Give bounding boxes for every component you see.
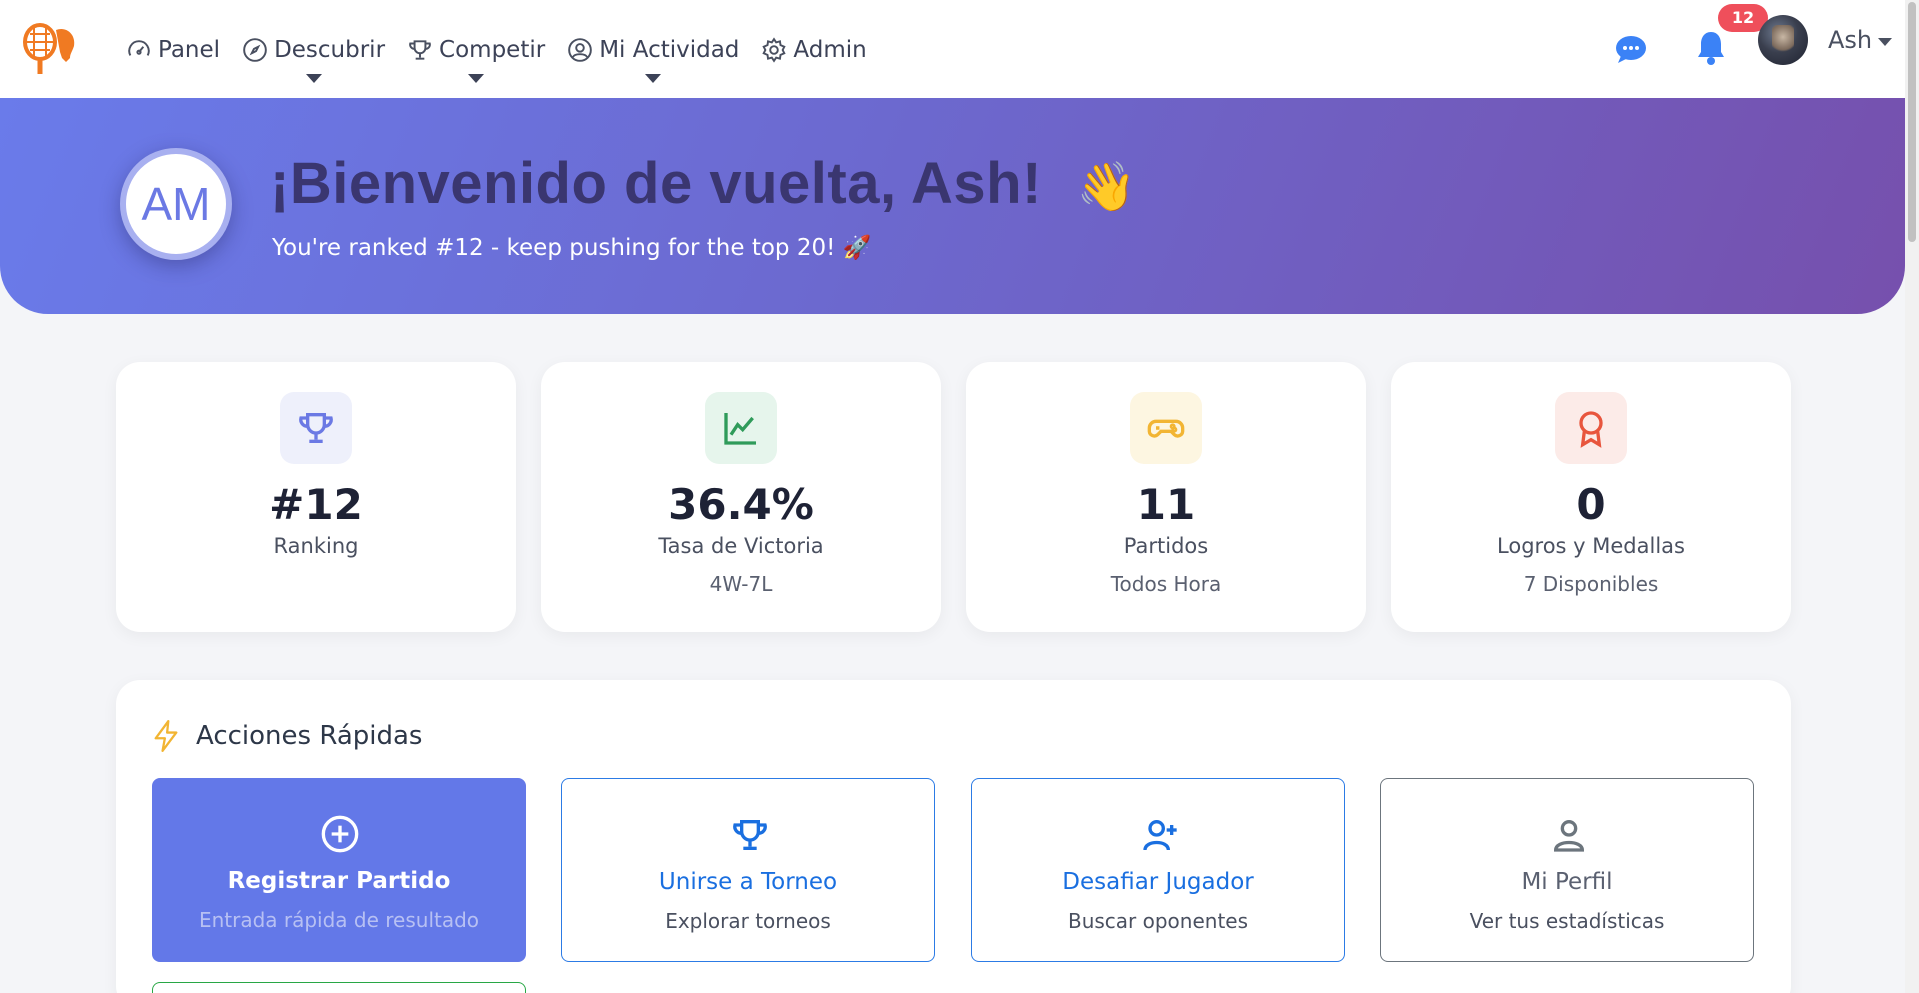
nav-mi-actividad-label: Mi Actividad (599, 37, 740, 63)
profile-initials-avatar: AM (120, 148, 232, 260)
trophy-icon (733, 820, 767, 850)
welcome-title-text: ¡Bienvenido de vuelta, Ash! (270, 151, 1042, 216)
top-navbar: Panel Descubrir Competir Mi Actividad Ad… (0, 0, 1905, 98)
scrollbar-thumb[interactable] (1908, 2, 1916, 242)
trophy-icon (409, 40, 431, 60)
ranking-message: You're ranked #12 - keep pushing for the… (272, 235, 872, 261)
action-title: Registrar Partido (227, 868, 451, 894)
trophy-icon (299, 413, 333, 443)
nav-descubrir[interactable]: Descubrir (242, 30, 386, 83)
stat-label: Logros y Medallas (1497, 534, 1685, 558)
nav-descubrir-label: Descubrir (274, 37, 386, 63)
stats-row: #12 Ranking 36.4% Tasa de Victoria 4W-7L… (116, 362, 1791, 632)
nav-admin-label: Admin (793, 37, 867, 63)
action-subtitle: Entrada rápida de resultado (198, 908, 480, 932)
stat-card-ranking: #12 Ranking (116, 362, 516, 632)
stat-icon-box (705, 392, 777, 464)
plus-circle-icon (321, 815, 359, 853)
action-title: Unirse a Torneo (658, 869, 838, 895)
stat-value: 11 (1136, 480, 1196, 529)
stat-label: Partidos (1123, 534, 1209, 558)
stat-sub: 4W-7L (709, 572, 773, 596)
quick-actions-header: Acciones Rápidas (152, 720, 422, 752)
stat-sub: 7 Disponibles (1523, 572, 1659, 596)
chevron-down-icon (468, 74, 485, 83)
challenge-player-button[interactable]: Desafiar Jugador Buscar oponentes (971, 778, 1345, 962)
gauge-icon (128, 40, 150, 56)
chart-line-icon (724, 413, 756, 445)
chevron-down-icon[interactable] (1878, 38, 1892, 46)
action-title: Mi Perfil (1521, 869, 1613, 895)
user-circle-icon (568, 38, 592, 62)
action-subtitle: Explorar torneos (665, 909, 831, 933)
stat-value: #12 (269, 480, 363, 529)
nav-admin[interactable]: Admin (761, 30, 867, 70)
stat-value: 0 (1576, 480, 1606, 529)
stat-value: 36.4% (668, 480, 814, 529)
navbar-right: 12 Ash (1505, 0, 1905, 98)
action-subtitle: Buscar oponentes (1067, 909, 1249, 933)
next-action-card-partial[interactable] (152, 982, 526, 993)
quick-actions-title: Acciones Rápidas (196, 721, 423, 751)
nav-competir[interactable]: Competir (407, 30, 546, 83)
nav-panel[interactable]: Panel (126, 30, 220, 70)
chat-icon[interactable] (1615, 34, 1647, 64)
nav-panel-label: Panel (158, 37, 221, 63)
bell-icon[interactable] (1696, 30, 1726, 66)
lightning-icon (154, 720, 178, 752)
stat-label: Ranking (273, 534, 359, 558)
user-plus-icon (1143, 820, 1177, 851)
my-profile-button[interactable]: Mi Perfil Ver tus estadísticas (1380, 778, 1754, 962)
gamepad-icon (1147, 419, 1185, 438)
welcome-banner: AM ¡Bienvenido de vuelta, Ash! 👋 You're … (0, 98, 1905, 314)
register-match-button[interactable]: Registrar Partido Entrada rápida de resu… (152, 778, 526, 962)
stat-icon-box (280, 392, 352, 464)
action-title: Desafiar Jugador (1062, 869, 1254, 895)
stat-icon-box (1130, 392, 1202, 464)
award-icon (1579, 411, 1603, 448)
nav-competir-label: Competir (439, 37, 546, 63)
wave-emoji-icon: 👋 (1076, 161, 1137, 214)
chevron-down-icon (305, 74, 322, 83)
join-tournament-button[interactable]: Unirse a Torneo Explorar torneos (561, 778, 935, 962)
welcome-title: ¡Bienvenido de vuelta, Ash! 👋 (270, 150, 1137, 217)
stat-card-matches: 11 Partidos Todos Hora (966, 362, 1366, 632)
person-icon (1553, 820, 1585, 852)
stat-sub: Todos Hora (1110, 572, 1222, 596)
compass-icon (243, 38, 267, 62)
stat-icon-box (1555, 392, 1627, 464)
stat-label: Tasa de Victoria (658, 534, 824, 558)
app-logo-icon[interactable] (22, 22, 78, 76)
user-menu-name[interactable]: Ash (1828, 26, 1872, 54)
gear-icon (762, 37, 787, 63)
stat-card-win-rate: 36.4% Tasa de Victoria 4W-7L (541, 362, 941, 632)
nav-mi-actividad[interactable]: Mi Actividad (567, 30, 740, 83)
action-subtitle: Ver tus estadísticas (1469, 909, 1665, 933)
avatar[interactable] (1758, 15, 1808, 65)
stat-card-achievements: 0 Logros y Medallas 7 Disponibles (1391, 362, 1791, 632)
quick-actions-panel: Acciones Rápidas Registrar Partido Entra… (116, 680, 1791, 993)
page-scrollbar[interactable] (1905, 0, 1919, 993)
chevron-down-icon (645, 74, 662, 83)
